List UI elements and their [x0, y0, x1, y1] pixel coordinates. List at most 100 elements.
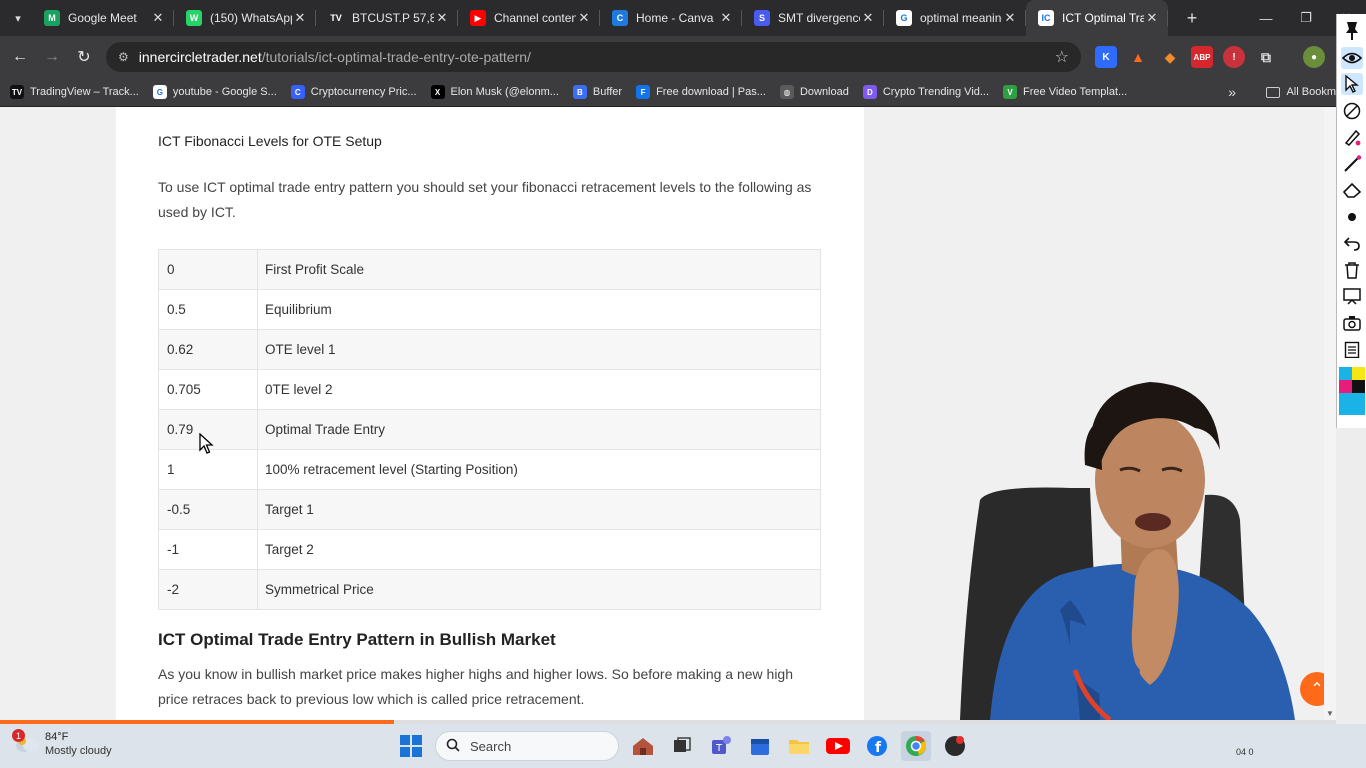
- teams-icon[interactable]: T: [706, 731, 736, 761]
- bookmark-item[interactable]: D Crypto Trending Vid...: [862, 85, 990, 99]
- tab-search-button[interactable]: ▾: [4, 4, 32, 32]
- new-tab-button[interactable]: +: [1178, 8, 1206, 29]
- scroll-down-icon[interactable]: ▼: [1326, 709, 1334, 718]
- chrome-app-icon[interactable]: [901, 731, 931, 761]
- page-scrollbar[interactable]: ▼: [1324, 107, 1336, 720]
- restore-button[interactable]: ❐: [1286, 10, 1326, 26]
- bookmark-item[interactable]: ◍ Download: [779, 85, 849, 99]
- task-view-icon[interactable]: [667, 731, 697, 761]
- reload-button[interactable]: ↻: [68, 47, 100, 67]
- color-swatch-magenta[interactable]: [1338, 379, 1352, 393]
- color-swatch-selected[interactable]: [1338, 392, 1365, 415]
- buffer-icon: B: [572, 85, 587, 99]
- tab-title: Google Meet: [68, 11, 137, 25]
- video-icon: D: [862, 85, 877, 99]
- obs-app-icon[interactable]: [940, 731, 970, 761]
- bookmark-item[interactable]: TV TradingView – Track...: [10, 85, 139, 99]
- fib-description-cell: Equilibrium: [257, 289, 821, 330]
- trash-tool-icon[interactable]: [1341, 259, 1363, 281]
- whiteboard-tool-icon[interactable]: [1341, 285, 1363, 307]
- undo-tool-icon[interactable]: [1341, 232, 1363, 254]
- bookmark-item[interactable]: X Elon Musk (@elonm...: [430, 85, 559, 99]
- flame-extension-icon[interactable]: ▲: [1127, 46, 1149, 68]
- search-label: Search: [470, 738, 512, 754]
- site-info-icon[interactable]: ⚙: [118, 50, 129, 64]
- bookmark-item[interactable]: B Buffer: [572, 85, 622, 99]
- close-tab-icon[interactable]: ✕: [150, 10, 166, 26]
- color-swatch-yellow[interactable]: [1351, 366, 1365, 380]
- bookmark-item[interactable]: F Free download | Pas...: [636, 85, 766, 99]
- fib-description-cell: Target 2: [257, 529, 821, 570]
- taskbar: 1 84°F Mostly cloudy Search T f 04 0: [0, 724, 1366, 768]
- line-tool-icon[interactable]: [1341, 153, 1363, 175]
- extensions-puzzle-icon[interactable]: ⧉: [1255, 46, 1277, 68]
- url-text[interactable]: innercircletrader.net/tutorials/ict-opti…: [139, 49, 1055, 65]
- dot-tool-icon[interactable]: [1341, 206, 1363, 228]
- bookmark-star-icon[interactable]: ☆: [1055, 47, 1069, 67]
- eye-tool-icon[interactable]: [1340, 46, 1363, 69]
- minimize-button[interactable]: —: [1246, 11, 1286, 26]
- youtube-app-icon[interactable]: [823, 731, 853, 761]
- k-extension-icon[interactable]: K: [1095, 46, 1117, 68]
- bookmark-item[interactable]: Gyoutube - Google S...: [152, 85, 277, 99]
- tab-4[interactable]: C Home - Canva ✕: [600, 0, 742, 36]
- tab-0[interactable]: M Google Meet ✕: [32, 0, 174, 36]
- fib-levels-heading: ICT Fibonacci Levels for OTE Setup: [158, 133, 382, 149]
- weather-condition: Mostly cloudy: [45, 745, 112, 757]
- tab-5[interactable]: S SMT divergence ✕: [742, 0, 884, 36]
- fib-level-cell: 1: [158, 449, 258, 490]
- clipboard-tool-icon[interactable]: [1341, 338, 1363, 360]
- all-bookmarks-label: All Bookm: [1286, 86, 1336, 98]
- taskbar-search-box[interactable]: Search: [435, 731, 619, 761]
- color-swatch-cyan[interactable]: [1338, 366, 1352, 380]
- tab-7[interactable]: IC ICT Optimal Trad✕: [1026, 0, 1168, 36]
- close-tab-icon[interactable]: ✕: [860, 10, 876, 26]
- bookmarks-overflow-icon[interactable]: »: [1228, 84, 1236, 100]
- bookmarks-bar: TV TradingView – Track... Gyoutube - Googl…: [0, 78, 1336, 107]
- weather-badge: 1: [12, 729, 25, 742]
- close-tab-icon[interactable]: ✕: [1002, 10, 1018, 26]
- extensions-area: K ▲ ◆ ABP ! ⧉ ●: [1095, 46, 1325, 68]
- bookmark-item[interactable]: C Cryptocurrency Pric...: [290, 85, 417, 99]
- pointer-tool-icon[interactable]: [1340, 73, 1363, 95]
- tab-6[interactable]: Goptimal meaning ✕: [884, 0, 1026, 36]
- house-widget-icon[interactable]: [628, 731, 658, 761]
- table-row: 0.79 Optimal Trade Entry: [158, 409, 821, 450]
- bookmark-item[interactable]: V Free Video Templat...: [1003, 85, 1127, 99]
- back-button[interactable]: ←: [4, 48, 36, 66]
- color-swatch-black[interactable]: [1351, 379, 1365, 393]
- close-tab-icon[interactable]: ✕: [292, 10, 308, 26]
- bookmark-label: Crypto Trending Vid...: [882, 86, 990, 98]
- pen-tool-icon[interactable]: [1341, 126, 1363, 148]
- camera-tool-icon[interactable]: [1341, 312, 1363, 334]
- forward-button[interactable]: →: [36, 48, 68, 66]
- notification-extension-icon[interactable]: !: [1223, 46, 1245, 68]
- no-draw-tool-icon[interactable]: [1341, 100, 1363, 122]
- tab-2[interactable]: TV BTCUST.P 57,864✕: [316, 0, 458, 36]
- webcam-overlay: [950, 370, 1340, 720]
- close-tab-icon[interactable]: ✕: [434, 10, 450, 26]
- profile-avatar[interactable]: ●: [1303, 46, 1325, 68]
- file-explorer-icon[interactable]: [784, 731, 814, 761]
- adblock-extension-icon[interactable]: ABP: [1191, 46, 1213, 68]
- calendar-app-icon[interactable]: [745, 731, 775, 761]
- start-button[interactable]: [396, 731, 426, 761]
- close-tab-icon[interactable]: ✕: [1144, 10, 1160, 26]
- metamask-extension-icon[interactable]: ◆: [1159, 46, 1181, 68]
- fib-intro-paragraph: To use ICT optimal trade entry pattern y…: [158, 179, 812, 220]
- all-bookmarks-button[interactable]: All Bookm: [1266, 86, 1336, 98]
- facebook-app-icon[interactable]: f: [862, 731, 892, 761]
- close-tab-icon[interactable]: ✕: [718, 10, 734, 26]
- address-bar[interactable]: ⚙ innercircletrader.net/tutorials/ict-op…: [106, 42, 1081, 72]
- bookmark-label: Download: [799, 86, 849, 98]
- eraser-tool-icon[interactable]: [1341, 179, 1363, 201]
- pin-tool-icon[interactable]: [1341, 20, 1363, 42]
- tab-1[interactable]: W (150) WhatsApp ✕: [174, 0, 316, 36]
- tab-3[interactable]: ▶ Channel content ✕: [458, 0, 600, 36]
- ict-site-icon: IC: [1038, 10, 1054, 26]
- tab-strip: ▾ M Google Meet ✕ W (150) WhatsApp ✕ TV BTCUST.…: [0, 0, 1366, 36]
- svg-text:f: f: [875, 740, 882, 756]
- weather-widget[interactable]: 1 84°F Mostly cloudy: [12, 729, 112, 758]
- presenter-image: [960, 382, 1295, 720]
- close-tab-icon[interactable]: ✕: [576, 10, 592, 26]
